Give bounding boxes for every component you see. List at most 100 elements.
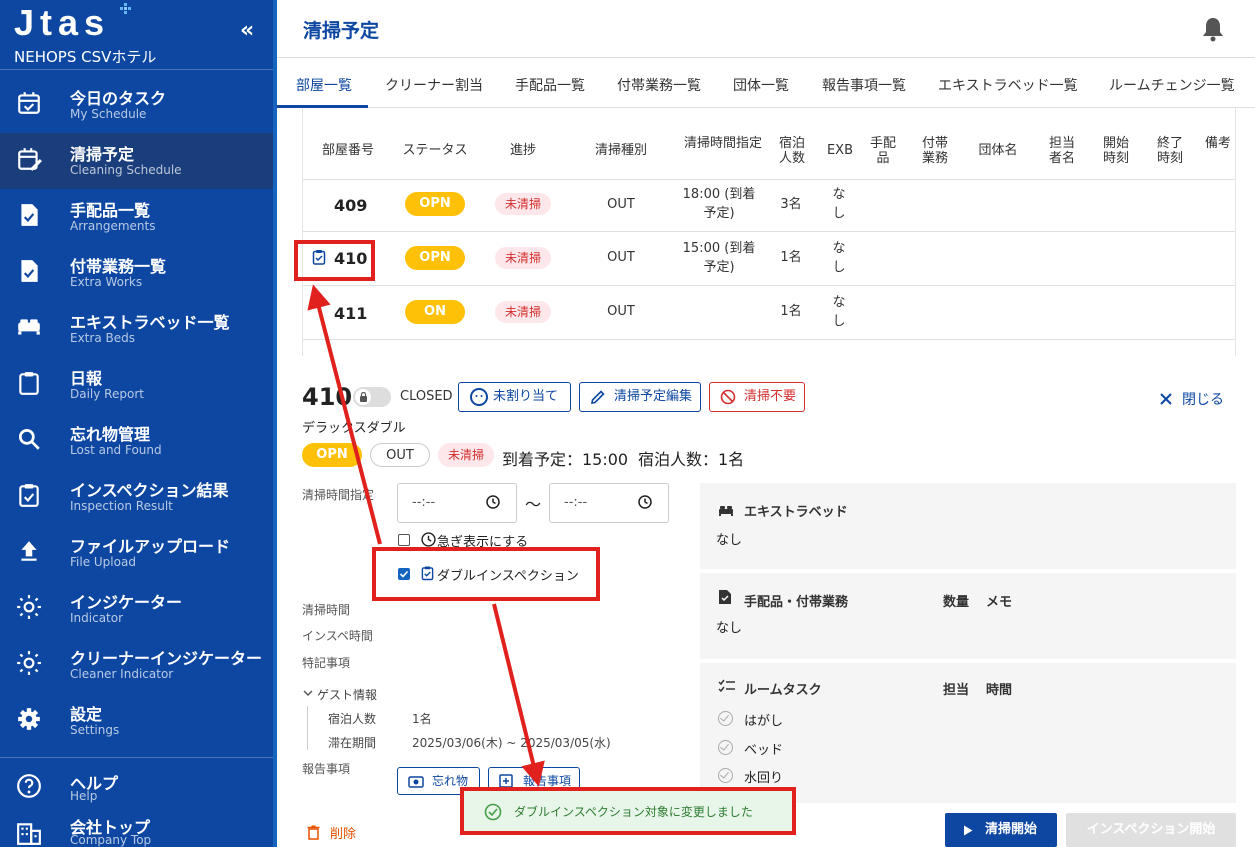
- sidebar-item-my-schedule[interactable]: 今日のタスク My Schedule: [0, 77, 273, 133]
- sidebar-divider: [0, 69, 273, 70]
- edit-schedule-button[interactable]: 清掃予定編集: [579, 382, 701, 412]
- tab-room-list[interactable]: 部屋一覧: [296, 75, 352, 95]
- sidebar-item-subtitle: Lost and Found: [70, 443, 162, 457]
- sidebar-item-inspection-result[interactable]: インスペクション結果 Inspection Result: [0, 469, 273, 525]
- face-icon: [470, 388, 488, 406]
- sidebar: Jtas « NEHOPS CSVホテル 今日のタスク My Schedule …: [0, 0, 273, 847]
- column-header[interactable]: 清掃種別: [588, 143, 654, 158]
- cleaning-type: OUT: [607, 304, 635, 319]
- tab-cleaner-assign[interactable]: クリーナー割当: [385, 75, 483, 95]
- sun-icon: [17, 651, 41, 675]
- sidebar-item-file-upload[interactable]: ファイルアップロード File Upload: [0, 525, 273, 581]
- sidebar-item-title: 設定: [70, 705, 103, 724]
- column-header[interactable]: 開始時刻: [1101, 136, 1131, 166]
- sidebar-item-help[interactable]: ヘルプ Help: [0, 762, 273, 806]
- sidebar-item-daily-report[interactable]: 日報 Daily Report: [0, 357, 273, 413]
- sidebar-item-title: クリーナーインジケーター: [70, 649, 263, 668]
- progress-badge: 未清掃: [495, 193, 551, 215]
- sidebar-item-extra-works[interactable]: 付帯業務一覧 Extra Works: [0, 245, 273, 301]
- time-column: 時間: [986, 683, 1013, 698]
- sidebar-item-title: 日報: [70, 369, 103, 388]
- search-icon: [18, 428, 40, 450]
- row-divider: [303, 339, 1235, 340]
- check-circle-icon[interactable]: [718, 768, 733, 783]
- quantity-column: 数量: [943, 595, 970, 610]
- document-check-icon: [21, 204, 38, 226]
- tab-reports[interactable]: 報告事項一覧: [822, 75, 906, 95]
- delete-button[interactable]: 削除: [307, 823, 356, 842]
- sidebar-item-subtitle: Company Top: [70, 833, 152, 847]
- checklist-icon: [718, 679, 735, 693]
- collapse-sidebar-button[interactable]: «: [240, 18, 254, 43]
- room-task-panel: ルームタスク 担当 時間 はがし ベッド 水回り: [700, 663, 1236, 803]
- column-header[interactable]: 終了時刻: [1155, 136, 1185, 166]
- start-inspection-button[interactable]: インスペクション開始: [1066, 813, 1236, 847]
- sidebar-item-arrangements[interactable]: 手配品一覧 Arrangements: [0, 189, 273, 245]
- end-time-placeholder: --:--: [564, 495, 588, 510]
- detail-room-number: 410: [302, 383, 353, 411]
- calendar-check-icon: [18, 92, 40, 114]
- guest-count-value: 1名: [412, 712, 432, 726]
- tab-groups[interactable]: 団体一覧: [733, 75, 789, 95]
- start-cleaning-button[interactable]: 清掃開始: [945, 813, 1057, 847]
- sidebar-item-lost-and-found[interactable]: 忘れ物管理 Lost and Found: [0, 413, 273, 469]
- room-table[interactable]: 部屋番号 ステータス 進捗 清掃種別 清掃時間指定 宿泊人数 EXB 手配品 付…: [302, 108, 1236, 356]
- column-header[interactable]: 手配品: [869, 136, 897, 166]
- closed-toggle[interactable]: [353, 387, 391, 407]
- tab-extra-works[interactable]: 付帯業務一覧: [617, 75, 701, 95]
- extra-bed-panel: エキストラベッド なし: [700, 483, 1236, 569]
- start-cleaning-label: 清掃開始: [985, 822, 1038, 837]
- assignee-column: 担当: [943, 683, 970, 698]
- column-header[interactable]: 付帯業務: [919, 136, 951, 166]
- column-header[interactable]: EXB: [821, 143, 859, 158]
- sidebar-scrollbar[interactable]: [273, 0, 277, 847]
- progress-badge: 未清掃: [495, 301, 551, 323]
- bell-icon[interactable]: [1201, 16, 1225, 42]
- start-time-input[interactable]: --:--: [397, 483, 517, 523]
- sidebar-item-subtitle: My Schedule: [70, 107, 147, 121]
- sidebar-item-subtitle: File Upload: [70, 555, 136, 569]
- column-header[interactable]: 担当者名: [1047, 136, 1077, 166]
- sidebar-item-title: 忘れ物管理: [70, 425, 151, 444]
- sidebar-item-extra-beds[interactable]: エキストラベッド一覧 Extra Beds: [0, 301, 273, 357]
- column-header[interactable]: 清掃時間指定: [681, 136, 765, 151]
- cleaning-time-label: 清掃時間: [302, 603, 351, 617]
- progress-badge: 未清掃: [438, 443, 494, 467]
- sidebar-item-company-top[interactable]: 会社トップ Company Top: [0, 806, 273, 847]
- column-header[interactable]: 進捗: [493, 143, 553, 158]
- tab-arrangements[interactable]: 手配品一覧: [515, 75, 585, 95]
- building-icon: [17, 823, 41, 845]
- no-cleaning-button[interactable]: 清掃不要: [709, 382, 805, 412]
- sidebar-item-subtitle: Help: [70, 789, 98, 803]
- end-time-input[interactable]: --:--: [549, 483, 669, 523]
- column-header[interactable]: 部屋番号: [317, 143, 379, 158]
- status-badge: OPN: [405, 192, 465, 216]
- column-header[interactable]: 団体名: [971, 143, 1025, 158]
- sidebar-item-settings[interactable]: 設定 Settings: [0, 693, 273, 749]
- room-type: デラックスダブル: [302, 421, 406, 436]
- cleaning-type-badge: OUT: [370, 443, 430, 467]
- chevron-down-icon[interactable]: [303, 689, 313, 697]
- sidebar-item-title: エキストラベッド一覧: [70, 313, 230, 332]
- check-circle-icon[interactable]: [718, 740, 733, 755]
- unassigned-button[interactable]: 未割り当て: [458, 382, 571, 412]
- guest-info-toggle[interactable]: ゲスト情報: [317, 686, 377, 703]
- room-number[interactable]: 411: [334, 304, 367, 323]
- column-header[interactable]: 宿泊人数: [776, 136, 808, 166]
- sidebar-item-subtitle: Settings: [70, 723, 120, 737]
- app-logo[interactable]: Jtas: [14, 2, 110, 44]
- guest-count: 1名: [780, 250, 802, 265]
- guest-count: 1名: [780, 304, 802, 319]
- tab-extra-beds[interactable]: エキストラベッド一覧: [938, 75, 1078, 95]
- urgent-checkbox[interactable]: [398, 534, 410, 546]
- status-badge: OPN: [302, 443, 362, 467]
- sidebar-item-cleaning-schedule[interactable]: 清掃予定 Cleaning Schedule: [0, 133, 273, 189]
- tab-room-change[interactable]: ルームチェンジ一覧: [1109, 75, 1235, 95]
- check-circle-icon[interactable]: [718, 711, 733, 726]
- close-button[interactable]: 閉じる: [1160, 389, 1224, 409]
- sidebar-item-cleaner-indicator[interactable]: クリーナーインジケーター Cleaner Indicator: [0, 637, 273, 693]
- column-header[interactable]: 備考: [1205, 136, 1231, 151]
- sidebar-item-indicator[interactable]: インジケーター Indicator: [0, 581, 273, 637]
- column-header[interactable]: ステータス: [397, 143, 473, 158]
- room-number[interactable]: 409: [334, 196, 367, 215]
